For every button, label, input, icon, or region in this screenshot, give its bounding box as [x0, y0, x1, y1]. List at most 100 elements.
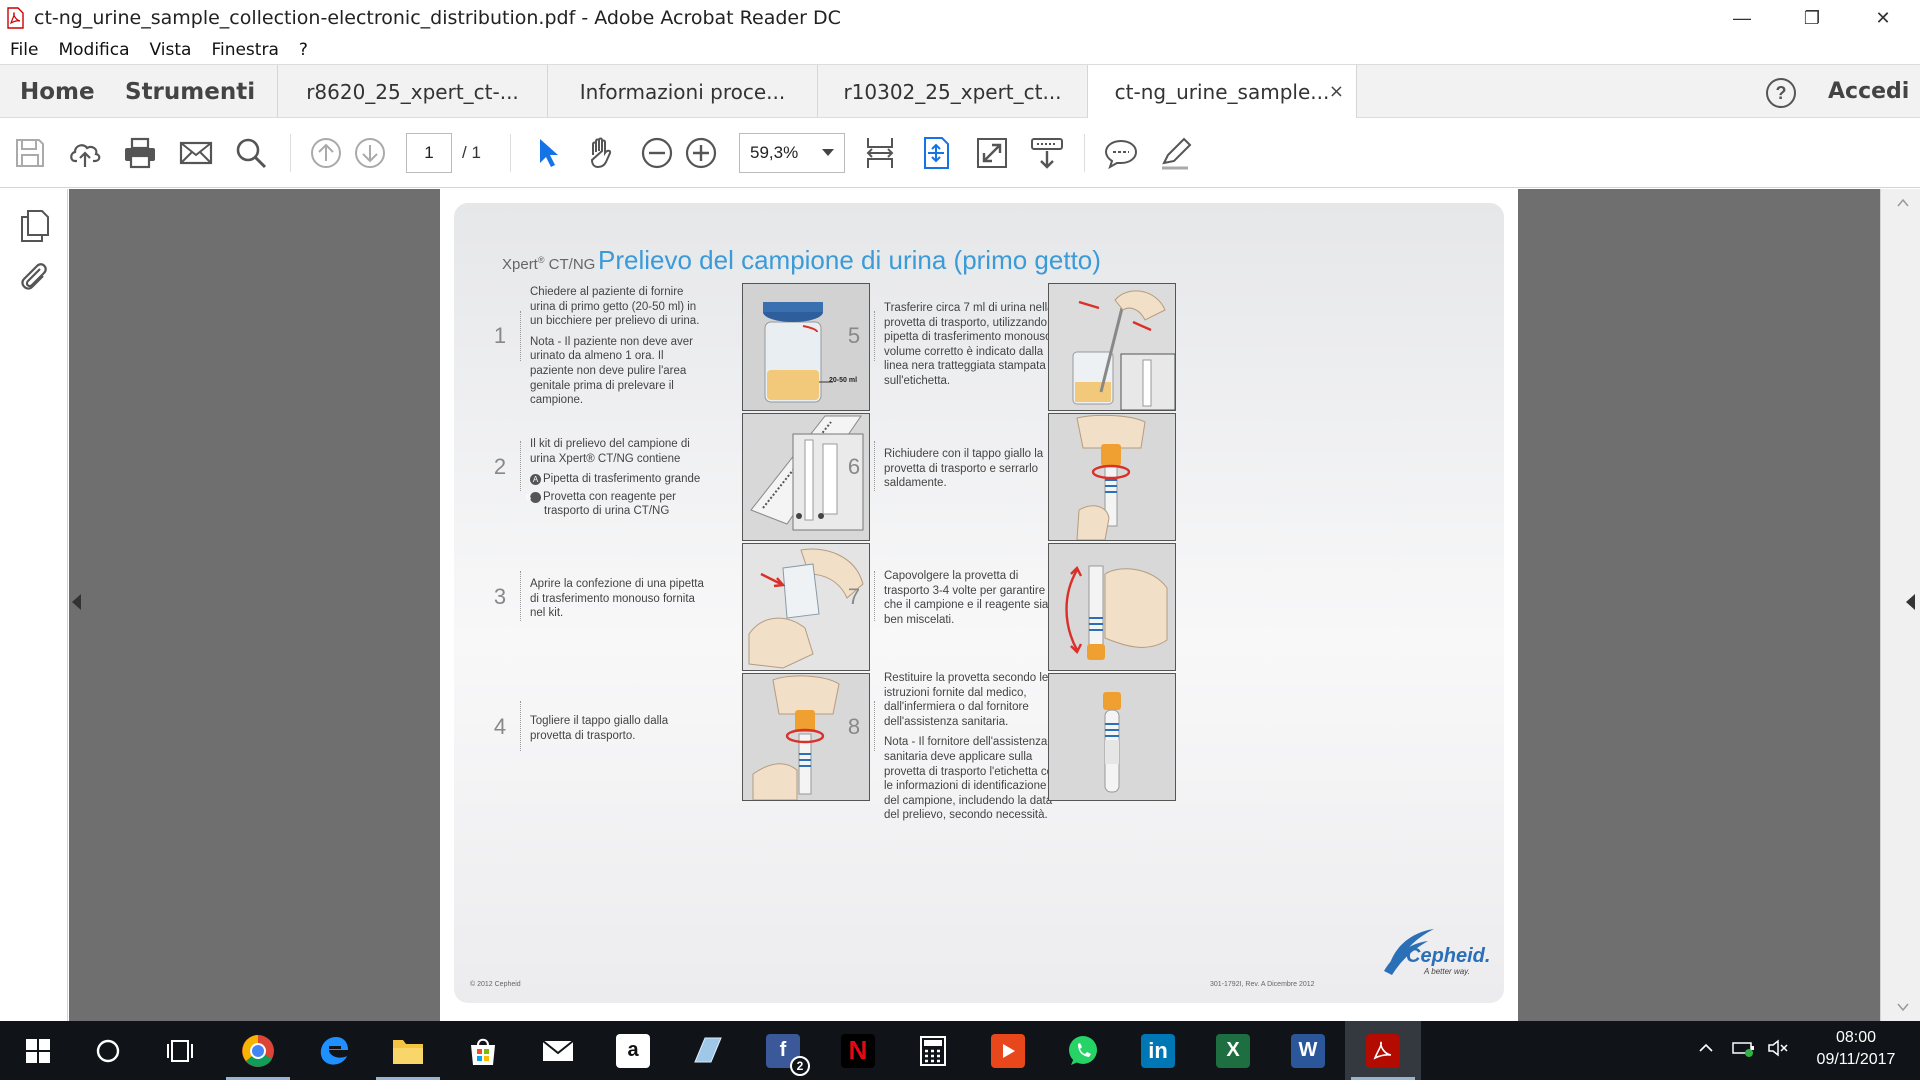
cortana-icon	[96, 1039, 120, 1062]
task-view-icon	[167, 1039, 193, 1062]
comment-icon[interactable]	[1103, 135, 1139, 171]
fit-page-icon[interactable]	[918, 135, 954, 171]
email-icon[interactable]	[178, 135, 214, 171]
taskbar-linkedin[interactable]: in	[1120, 1021, 1196, 1080]
taskbar-netflix[interactable]: N	[820, 1021, 896, 1080]
task-view-button[interactable]	[142, 1021, 218, 1080]
taskbar-clock[interactable]: 08:00 09/11/2017	[1800, 1027, 1912, 1071]
taskbar-calculator[interactable]	[895, 1021, 971, 1080]
start-button[interactable]	[0, 1021, 76, 1080]
taskbar-edge[interactable]	[296, 1021, 372, 1080]
attachment-icon[interactable]	[16, 259, 52, 295]
netflix-icon: N	[841, 1033, 875, 1068]
select-cursor-icon[interactable]	[530, 135, 566, 171]
taskbar-sticky-app[interactable]	[670, 1021, 746, 1080]
sign-in-button[interactable]: Accedi	[1828, 65, 1909, 119]
step-paragraph: Chiedere al paziente di fornire urina di…	[530, 286, 700, 328]
step-paragraph: Togliere il tappo giallo dalla provetta …	[530, 715, 669, 742]
step-divider	[520, 701, 521, 751]
step-image-label: 20-50 ml	[829, 377, 857, 384]
toolbar-divider	[510, 134, 511, 172]
step-divider	[874, 701, 875, 751]
menu-file[interactable]: File	[10, 40, 38, 60]
taskbar-amazon[interactable]: a	[595, 1021, 671, 1080]
volume-tray[interactable]	[1767, 1039, 1791, 1062]
brand-reg: ®	[537, 255, 545, 265]
help-icon[interactable]: ?	[1766, 78, 1796, 108]
taskbar-file-explorer[interactable]	[370, 1021, 446, 1080]
full-screen-icon[interactable]	[974, 135, 1010, 171]
chevron-down-icon	[822, 149, 834, 156]
cortana-button[interactable]	[70, 1021, 146, 1080]
windows-icon	[26, 1038, 50, 1063]
menu-finestra[interactable]: Finestra	[211, 40, 278, 60]
search-icon[interactable]	[233, 135, 269, 171]
close-icon: ✕	[1875, 7, 1891, 28]
pages-icon[interactable]	[16, 207, 52, 243]
prev-page-icon[interactable]	[308, 135, 344, 171]
close-tab-icon[interactable]: ×	[1329, 65, 1344, 119]
doc-tab-1[interactable]: r8620_25_xpert_ct-...	[277, 65, 547, 119]
scroll-mode-icon[interactable]	[1029, 135, 1065, 171]
print-icon[interactable]	[122, 135, 158, 171]
save-icon[interactable]	[12, 135, 48, 171]
scroll-up-icon[interactable]	[1896, 196, 1910, 210]
taskbar-facebook[interactable]: f2	[745, 1021, 821, 1080]
step-image-invert-tube	[1048, 543, 1176, 671]
page-total: / 1	[462, 143, 481, 162]
scroll-down-icon[interactable]	[1896, 1000, 1910, 1014]
step-number: 8	[847, 714, 861, 739]
fit-width-icon[interactable]	[862, 135, 898, 171]
taskbar-excel[interactable]: X	[1195, 1021, 1271, 1080]
battery-tray[interactable]	[1732, 1039, 1756, 1062]
close-button[interactable]: ✕	[1848, 0, 1918, 36]
taskbar-media-player[interactable]	[970, 1021, 1046, 1080]
tab-bar: Home Strumenti r8620_25_xpert_ct-... Inf…	[0, 64, 1920, 120]
taskbar-whatsapp[interactable]	[1045, 1021, 1121, 1080]
highlight-pen-icon[interactable]	[1158, 135, 1194, 171]
calculator-icon	[920, 1035, 946, 1066]
step-text: Chiedere al paziente di fornire urina di…	[530, 285, 710, 414]
step-image-close-cap	[1048, 413, 1176, 541]
step-paragraph: Capovolgere la provetta di trasporto 3-4…	[884, 570, 1062, 626]
show-hidden-icons[interactable]	[1697, 1039, 1715, 1062]
document-title: Prelievo del campione di urina (primo ge…	[598, 245, 1101, 275]
zoom-select[interactable]: 59,3%	[739, 133, 845, 173]
step-text: Il kit di prelievo del campione di urina…	[526, 437, 710, 525]
toolbar: 1 / 1 59,3%	[0, 118, 1920, 188]
taskbar-mail[interactable]	[520, 1021, 596, 1080]
step-number: 4	[493, 714, 507, 739]
zoom-in-icon[interactable]	[683, 135, 719, 171]
taskbar-chrome[interactable]	[220, 1021, 296, 1080]
page-number-input[interactable]: 1	[406, 133, 452, 173]
step-text: Aprire la confezione di una pipetta di t…	[530, 577, 710, 627]
menu-help[interactable]: ?	[299, 40, 308, 60]
minimize-button[interactable]: —	[1707, 0, 1777, 36]
cloud-upload-icon[interactable]	[67, 135, 103, 171]
step-divider	[520, 441, 521, 491]
tab-home[interactable]: Home	[20, 65, 95, 119]
taskbar-store[interactable]	[445, 1021, 521, 1080]
store-icon	[471, 1038, 495, 1065]
collapse-left-panel-icon[interactable]	[72, 594, 81, 610]
doc-tab-active[interactable]: ct-ng_urine_sample... ×	[1087, 65, 1357, 120]
hand-tool-icon[interactable]	[584, 135, 620, 171]
zoom-out-icon[interactable]	[639, 135, 675, 171]
step-text: Trasferire circa 7 ml di urina nella pro…	[884, 301, 1064, 395]
taskbar-word[interactable]: W	[1270, 1021, 1346, 1080]
tab-tools[interactable]: Strumenti	[125, 65, 255, 119]
step-number: 2	[493, 454, 507, 479]
doc-tab-3[interactable]: r10302_25_xpert_ct...	[817, 65, 1087, 119]
folder-icon	[393, 1039, 423, 1064]
chevron-up-icon	[1699, 1043, 1713, 1052]
menu-bar: File Modifica Vista Finestra ?	[0, 36, 1920, 64]
restore-button[interactable]: ❐	[1777, 0, 1847, 36]
menu-modifica[interactable]: Modifica	[58, 40, 129, 60]
taskbar-acrobat[interactable]	[1345, 1021, 1421, 1080]
collapse-right-panel-icon[interactable]	[1906, 594, 1915, 610]
doc-tab-2[interactable]: Informazioni proce...	[547, 65, 817, 119]
revision-text: 301-1792I, Rev. A Dicembre 2012	[1210, 981, 1315, 988]
product-brand: Xpert® CT/NG	[502, 255, 595, 273]
next-page-icon[interactable]	[352, 135, 388, 171]
menu-vista[interactable]: Vista	[150, 40, 192, 60]
